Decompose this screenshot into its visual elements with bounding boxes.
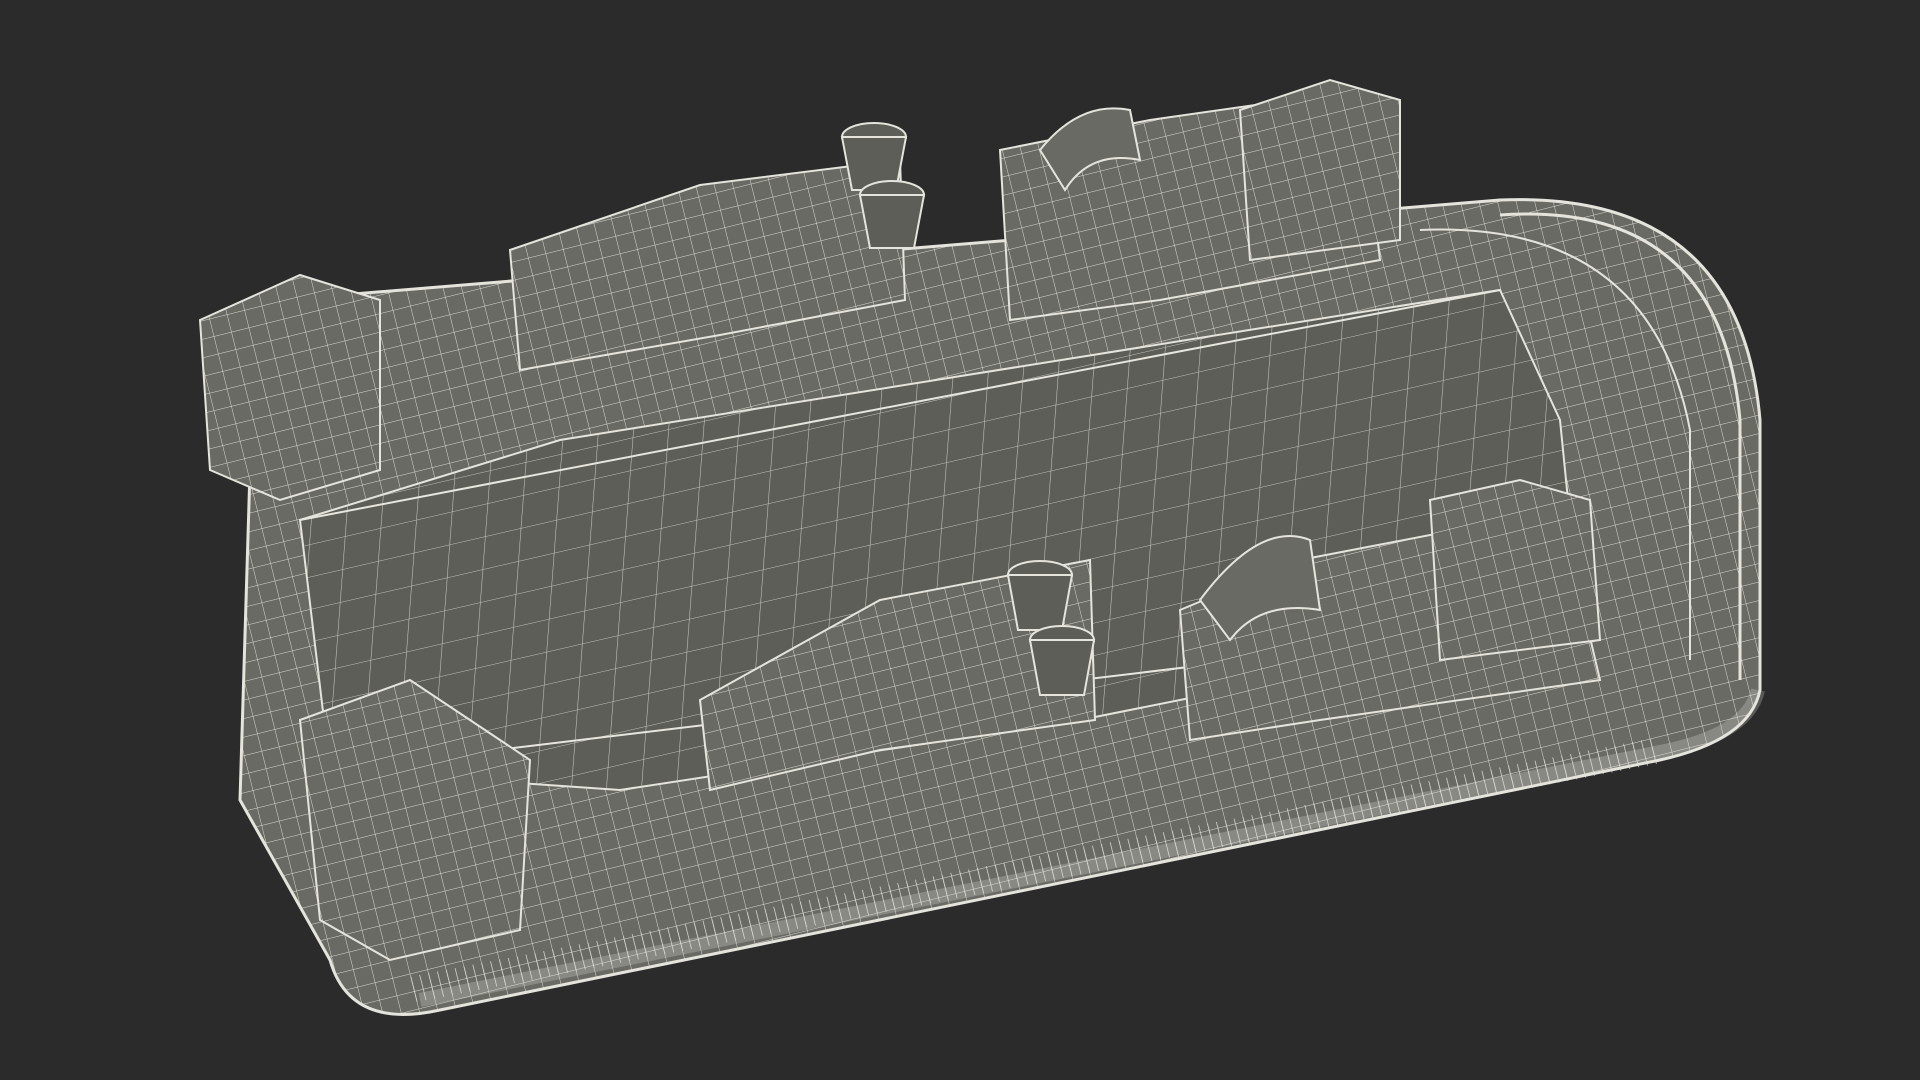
- stern-fan-upper: [198, 273, 381, 502]
- wireframe-render: [0, 0, 1920, 1080]
- render-viewport: [0, 0, 1920, 1080]
